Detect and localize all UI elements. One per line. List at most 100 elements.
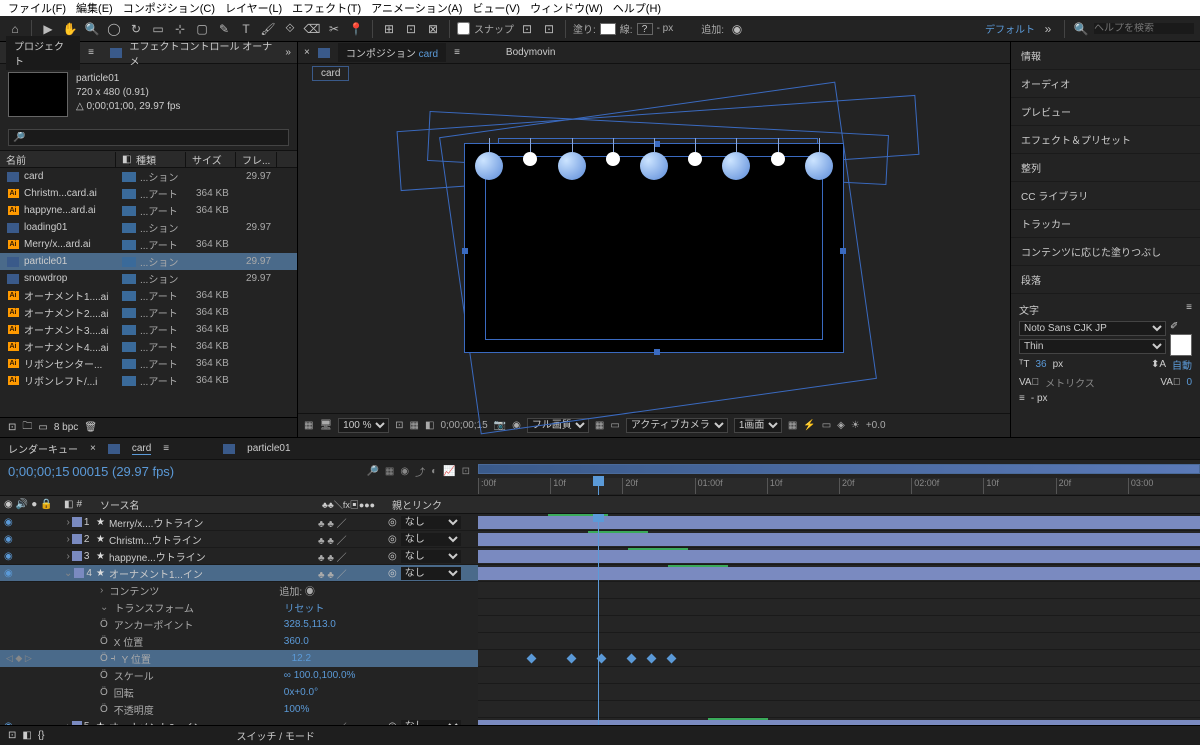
project-item[interactable]: particle01 ...ション 29.97 — [0, 253, 297, 270]
prop-anchor[interactable]: Öアンカーポイント328.5,113.0 — [0, 616, 478, 633]
panel-overflow-icon[interactable]: » — [285, 47, 291, 58]
tab-render-queue[interactable]: レンダーキュー — [8, 441, 78, 456]
exposure-value[interactable]: +0.0 — [866, 420, 886, 431]
project-item[interactable]: Ai happyne...ard.ai ...アート 364 KB — [0, 202, 297, 219]
channels-icon[interactable]: ◉ — [512, 420, 521, 431]
parent-dropdown[interactable]: なし — [401, 567, 461, 580]
quality-dropdown[interactable]: フル画質 — [527, 418, 589, 433]
pickwhip-icon[interactable]: ◎ — [388, 534, 397, 545]
track[interactable] — [478, 548, 1200, 565]
3d-icon[interactable]: ▭ — [610, 420, 619, 431]
panel-item[interactable]: 整列 — [1011, 154, 1200, 182]
eye-icon[interactable]: ◉ — [4, 551, 13, 562]
font-size-value[interactable]: 36 — [1035, 359, 1046, 370]
snap-opt2-icon[interactable]: ⊡ — [540, 20, 558, 38]
zoom-dropdown[interactable]: 100 % — [338, 418, 389, 433]
pan-behind-tool[interactable]: ⊹ — [171, 20, 189, 38]
tab-card[interactable]: card — [132, 443, 151, 455]
col-size[interactable]: サイズ — [186, 152, 236, 167]
clone-tool[interactable]: ⟐ — [281, 20, 299, 38]
layer-row[interactable]: ◉ ⌄ 4 ★ オーナメント1...イン ♣ ♣ ／ ◎なし — [0, 565, 478, 582]
prop-contents[interactable]: ›コンテンツ追加: ◉ — [0, 582, 478, 599]
time-ruler[interactable]: :00f10f20f01:00f10f20f02:00f10f20f03:00 — [478, 478, 1200, 494]
prop-opacity[interactable]: Ö不透明度100% — [0, 701, 478, 718]
col-name[interactable]: 名前 — [0, 152, 116, 167]
panel-item[interactable]: トラッカー — [1011, 210, 1200, 238]
orbit-tool[interactable]: ◯ — [105, 20, 123, 38]
mask-icon[interactable]: ◧ — [425, 420, 434, 431]
menu-item[interactable]: ビュー(V) — [468, 0, 524, 16]
tracking-value[interactable]: 0 — [1186, 377, 1192, 388]
menu-item[interactable]: ファイル(F) — [4, 0, 70, 16]
roto-tool[interactable]: ✂ — [325, 20, 343, 38]
track[interactable] — [478, 565, 1200, 582]
prop-scale[interactable]: Öスケール∞ 100.0,100.0% — [0, 667, 478, 684]
brush-tool[interactable]: 🖌 — [259, 20, 277, 38]
fast-preview-icon[interactable]: ⚡ — [803, 420, 815, 431]
help-search-input[interactable] — [1094, 23, 1194, 34]
panel-item[interactable]: コンテンツに応じた塗りつぶし — [1011, 238, 1200, 266]
monitor-icon[interactable]: 🖥 — [319, 420, 332, 431]
menu-item[interactable]: 編集(E) — [72, 0, 117, 16]
eye-icon[interactable]: ◉ — [4, 517, 13, 528]
menu-bar[interactable]: ファイル(F)編集(E)コンポジション(C)レイヤー(L)エフェクト(T)アニメ… — [0, 0, 1200, 16]
track[interactable] — [478, 514, 1200, 531]
parent-dropdown[interactable]: なし — [401, 533, 461, 546]
prop-xpos[interactable]: ÖX 位置360.0 — [0, 633, 478, 650]
track[interactable] — [478, 531, 1200, 548]
pickwhip-icon[interactable]: ◎ — [388, 551, 397, 562]
folder-icon[interactable]: 🗀 — [22, 419, 32, 436]
add-dropdown-icon[interactable]: ◉ — [728, 20, 746, 38]
prop-ypos[interactable]: ◁ ◆ ▷Ö ⫞Y 位置12.2 — [0, 650, 478, 667]
eye-icon[interactable]: ◉ — [4, 568, 13, 579]
col-source-name[interactable]: ソース名 — [96, 497, 318, 512]
snap-opt-icon[interactable]: ⊡ — [518, 20, 536, 38]
viewer[interactable] — [298, 83, 1010, 413]
tracks[interactable] — [478, 514, 1200, 725]
eyedropper-icon[interactable]: ✐ — [1170, 321, 1192, 332]
layer-list[interactable]: ◉ › 1 ★ Merry/x....ウトライン ♣ ♣ ／ ◎なし ◉ › 2… — [0, 514, 478, 725]
panel-menu-icon[interactable]: ≡ — [88, 47, 94, 58]
view-layout-icon[interactable]: ▦ — [595, 420, 604, 431]
close-tab-icon[interactable]: × — [304, 47, 310, 58]
col-parent[interactable]: 親とリンク — [388, 497, 478, 512]
pickwhip-icon[interactable]: ◎ — [388, 517, 397, 528]
puppet-tool[interactable]: 📍 — [347, 20, 365, 38]
trash-icon[interactable]: 🗑 — [84, 422, 97, 433]
char-panel-menu-icon[interactable]: ≡ — [1186, 302, 1192, 317]
stroke-swatch[interactable]: ? — [637, 23, 653, 35]
parent-dropdown[interactable]: なし — [401, 516, 461, 529]
project-search-input[interactable] — [8, 129, 289, 146]
reset-exposure-icon[interactable]: ☀ — [851, 420, 860, 431]
project-item[interactable]: Ai リボンセンター... ...アート 364 KB — [0, 355, 297, 372]
panel-item[interactable]: 段落 — [1011, 266, 1200, 294]
canvas[interactable] — [464, 143, 844, 353]
project-tree[interactable]: card ...ション 29.97 Ai Christm...card.ai .… — [0, 168, 297, 417]
prop-transform[interactable]: ⌄トランスフォームリセット — [0, 599, 478, 616]
prop-rotation[interactable]: Ö回転0x+0.0° — [0, 684, 478, 701]
world-axis-icon[interactable]: ⊡ — [402, 20, 420, 38]
tab-card-menu-icon[interactable]: ≡ — [163, 443, 169, 454]
project-item[interactable]: Ai オーナメント3....ai ...アート 364 KB — [0, 321, 297, 338]
snapshot-icon[interactable]: 📷 — [494, 420, 506, 431]
menu-item[interactable]: レイヤー(L) — [221, 0, 286, 16]
col-fps[interactable]: フレ... — [236, 152, 277, 167]
col-type[interactable]: 種類 — [130, 152, 186, 167]
effect-controls-tab[interactable]: エフェクトコントロール オーナメ — [130, 38, 278, 68]
current-time[interactable]: 0;00;00;15 — [8, 464, 69, 479]
tab-particle[interactable]: particle01 — [247, 443, 290, 454]
comp-breadcrumb[interactable]: card — [312, 66, 349, 81]
leading-value[interactable]: 自動 — [1172, 357, 1192, 372]
tl-draft3d-icon[interactable]: ◉ — [400, 466, 409, 477]
project-item[interactable]: Ai Merry/x...ard.ai ...アート 364 KB — [0, 236, 297, 253]
menu-item[interactable]: アニメーション(A) — [367, 0, 466, 16]
menu-item[interactable]: ヘルプ(H) — [609, 0, 665, 16]
interpret-icon[interactable]: ⊡ — [8, 422, 16, 433]
switch-mode-label[interactable]: スイッチ / モード — [237, 728, 315, 743]
project-item[interactable]: loading01 ...ション 29.97 — [0, 219, 297, 236]
layer-row[interactable]: ◉ › 2 ★ Christm...ウトライン ♣ ♣ ／ ◎なし — [0, 531, 478, 548]
zoom-tool[interactable]: 🔍 — [83, 20, 101, 38]
comp-tab-menu-icon[interactable]: ≡ — [454, 47, 460, 58]
view-axis-icon[interactable]: ⊠ — [424, 20, 442, 38]
font-family-dropdown[interactable]: Noto Sans CJK JP — [1019, 321, 1166, 336]
